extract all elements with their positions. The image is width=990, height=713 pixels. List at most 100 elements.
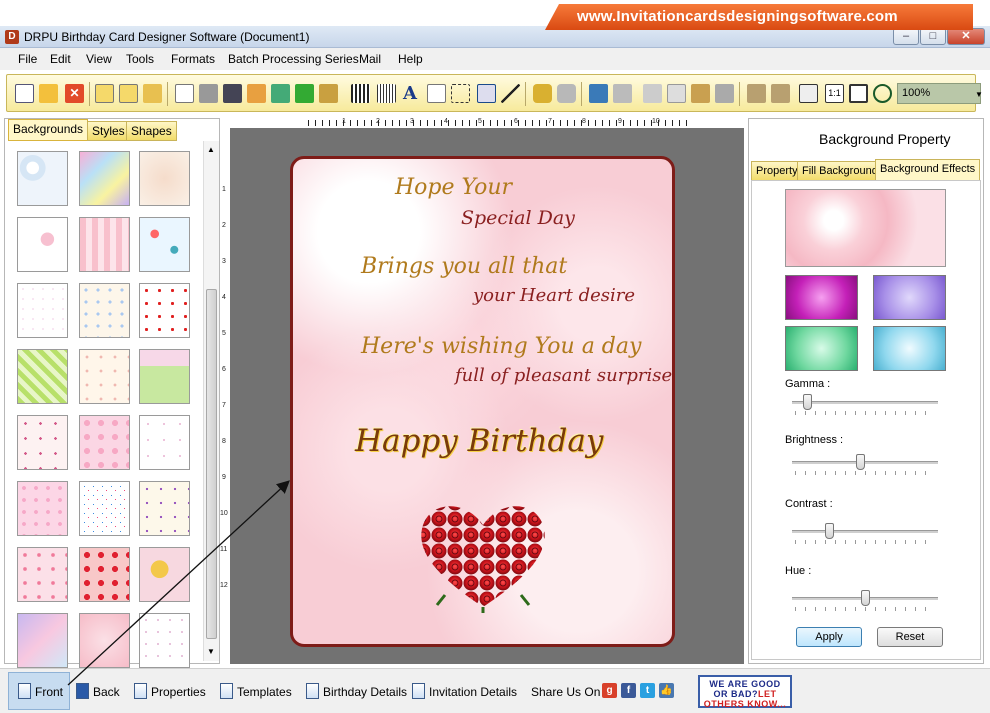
- reset-button[interactable]: Reset: [877, 627, 943, 647]
- new-icon[interactable]: [15, 84, 34, 103]
- scroll-up-icon[interactable]: ▲: [207, 145, 215, 154]
- tab-backgrounds[interactable]: Backgrounds: [8, 119, 89, 141]
- card-text-line[interactable]: Special Day: [461, 207, 575, 229]
- slider-track[interactable]: [792, 401, 938, 404]
- symbol-icon[interactable]: [451, 84, 470, 103]
- copy-icon[interactable]: [247, 84, 266, 103]
- scrollbar-thumb[interactable]: [206, 289, 217, 639]
- background-thumbnail[interactable]: [139, 151, 190, 206]
- card-text-line[interactable]: Here's wishing You a day: [361, 334, 641, 359]
- text-icon[interactable]: A: [403, 84, 422, 103]
- back-button[interactable]: Back: [76, 683, 120, 701]
- menu-view[interactable]: View: [86, 52, 112, 66]
- grid-icon[interactable]: [799, 84, 818, 103]
- close-button[interactable]: ✕: [947, 28, 985, 45]
- effect-swatch-cyan[interactable]: [873, 326, 946, 371]
- apply-button[interactable]: Apply: [796, 627, 862, 647]
- text-art-icon[interactable]: [427, 84, 446, 103]
- copy-object-icon[interactable]: [667, 84, 686, 103]
- barcode2-icon[interactable]: [377, 84, 396, 103]
- feedback-badge[interactable]: WE ARE GOOD OR BAD?LET OTHERS KNOW...: [698, 675, 792, 709]
- paste-icon[interactable]: [691, 84, 710, 103]
- background-thumbnail[interactable]: [79, 217, 130, 272]
- background-thumbnail[interactable]: [139, 547, 190, 602]
- google-plus-icon[interactable]: g: [602, 683, 617, 698]
- background-thumbnail[interactable]: [79, 481, 130, 536]
- menu-file[interactable]: File: [18, 52, 37, 66]
- contrast-slider-thumb[interactable]: [824, 523, 834, 539]
- save-as-icon[interactable]: [119, 84, 138, 103]
- background-thumbnail[interactable]: [17, 151, 68, 206]
- page-setup-icon[interactable]: [175, 84, 194, 103]
- background-thumbnail[interactable]: [79, 349, 130, 404]
- front-button[interactable]: Front: [18, 683, 63, 701]
- background-thumbnail[interactable]: [139, 415, 190, 470]
- card-text-line[interactable]: full of pleasant surprises: [455, 365, 672, 386]
- card-text-line[interactable]: your Heart desire: [473, 285, 635, 306]
- website-banner[interactable]: www.Invitationcardsdesigningsoftware.com: [545, 4, 973, 30]
- background-thumbnail[interactable]: [17, 547, 68, 602]
- rose-heart-image[interactable]: [415, 495, 551, 615]
- card-text-line[interactable]: Hope Your: [395, 175, 512, 200]
- brightness-slider-thumb[interactable]: [856, 454, 866, 470]
- tab-styles[interactable]: Styles: [87, 121, 130, 141]
- fit-window-icon[interactable]: [849, 84, 868, 103]
- invitation-details-button[interactable]: Invitation Details: [412, 683, 517, 701]
- tab-shapes[interactable]: Shapes: [126, 121, 177, 141]
- card-text-line[interactable]: Brings you all that: [361, 254, 567, 279]
- database2-icon[interactable]: [557, 84, 576, 103]
- menu-help[interactable]: Help: [398, 52, 423, 66]
- background-thumbnail[interactable]: [79, 613, 130, 668]
- background-thumbnail[interactable]: [79, 415, 130, 470]
- effect-swatch-magenta[interactable]: [785, 275, 858, 320]
- image-icon[interactable]: [271, 84, 290, 103]
- background-thumbnail[interactable]: [17, 283, 68, 338]
- close-file-icon[interactable]: ✕: [65, 84, 84, 103]
- minimize-button[interactable]: –: [893, 28, 919, 45]
- menu-batch-processing-series[interactable]: Batch Processing Series: [228, 52, 359, 66]
- tab-background-effects[interactable]: Background Effects: [875, 159, 981, 181]
- menu-formats[interactable]: Formats: [171, 52, 215, 66]
- background-thumbnail[interactable]: [139, 217, 190, 272]
- tab-property[interactable]: Property: [751, 161, 803, 181]
- export-icon[interactable]: [143, 84, 162, 103]
- thumbnail-scrollbar[interactable]: ▲ ▼: [203, 141, 219, 661]
- database-icon[interactable]: [533, 84, 552, 103]
- menu-mail[interactable]: Mail: [359, 52, 381, 66]
- zoom-icon[interactable]: [873, 84, 892, 103]
- background-thumbnail[interactable]: [139, 283, 190, 338]
- toolbar-overflow-icon[interactable]: ▼: [975, 90, 983, 99]
- bring-front-icon[interactable]: [747, 84, 766, 103]
- background-thumbnail[interactable]: [17, 349, 68, 404]
- save-icon[interactable]: [95, 84, 114, 103]
- undo-icon[interactable]: [589, 84, 608, 103]
- email-icon[interactable]: [477, 84, 496, 103]
- barcode-icon[interactable]: [351, 84, 370, 103]
- background-thumbnail[interactable]: [17, 613, 68, 668]
- pencil-icon[interactable]: [295, 84, 314, 103]
- twitter-icon[interactable]: t: [640, 683, 655, 698]
- background-thumbnail[interactable]: [79, 283, 130, 338]
- slider-track[interactable]: [792, 530, 938, 533]
- menu-edit[interactable]: Edit: [50, 52, 71, 66]
- shapes-icon[interactable]: [319, 84, 338, 103]
- templates-button[interactable]: Templates: [220, 683, 292, 701]
- background-thumbnail[interactable]: [79, 151, 130, 206]
- zoom-level-field[interactable]: 100%: [897, 83, 981, 104]
- send-back-icon[interactable]: [771, 84, 790, 103]
- background-thumbnail[interactable]: [139, 613, 190, 668]
- background-thumbnail[interactable]: [139, 481, 190, 536]
- print-preview-icon[interactable]: [223, 84, 242, 103]
- maximize-button[interactable]: □: [920, 28, 946, 45]
- properties-button[interactable]: Properties: [134, 683, 206, 701]
- print-icon[interactable]: [199, 84, 218, 103]
- background-thumbnail[interactable]: [79, 547, 130, 602]
- line-icon[interactable]: [501, 84, 520, 103]
- delete-icon[interactable]: [715, 84, 734, 103]
- background-thumbnail[interactable]: [17, 415, 68, 470]
- background-thumbnail[interactable]: [139, 349, 190, 404]
- menu-tools[interactable]: Tools: [126, 52, 154, 66]
- scroll-down-icon[interactable]: ▼: [207, 647, 215, 656]
- hue-slider-thumb[interactable]: [860, 590, 870, 606]
- redo-icon[interactable]: [613, 84, 632, 103]
